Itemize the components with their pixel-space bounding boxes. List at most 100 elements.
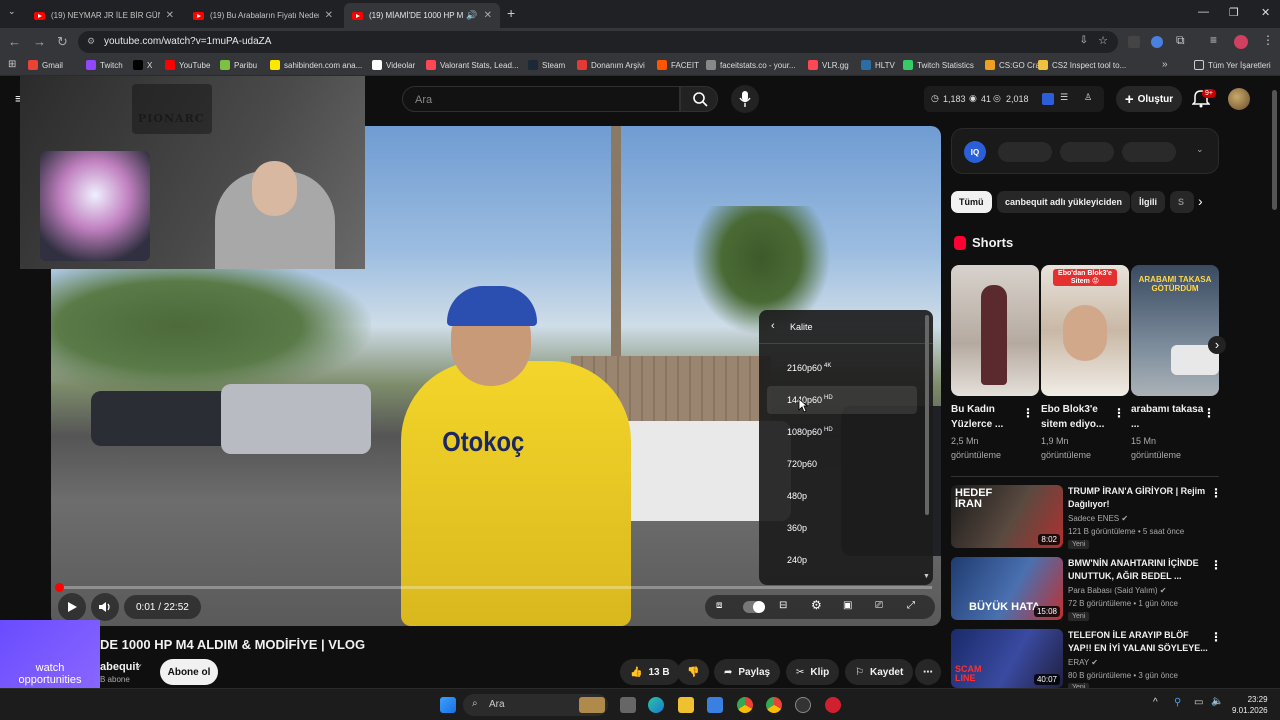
task-view-icon[interactable]	[620, 697, 636, 713]
create-button[interactable]: + Oluştur	[1116, 86, 1182, 112]
like-button[interactable]: 👍 13 B	[620, 659, 680, 685]
bookmark-item[interactable]: HLTV	[861, 60, 895, 70]
speaker-icon[interactable]: 🔈	[1211, 696, 1223, 707]
close-icon[interactable]: ✕	[325, 10, 333, 21]
clip-button[interactable]: ✂ Klip	[786, 659, 840, 685]
bookmark-item[interactable]: Steam	[528, 60, 565, 70]
list-icon[interactable]: ☰	[1060, 92, 1068, 103]
extension-icon-1[interactable]	[1128, 36, 1140, 48]
audio-icon[interactable]: 🔊	[466, 10, 477, 21]
iq-player-icon[interactable]: ⧈	[716, 600, 722, 611]
short-thumb-2[interactable]: Ebo'dan Blok3'e Sitem 😡	[1041, 265, 1129, 396]
new-tab-icon[interactable]: +	[507, 5, 515, 21]
tab-2[interactable]: (19) Bu Arabaların Fiyatı Neden ✕	[185, 3, 341, 28]
profile-icon[interactable]	[1234, 35, 1248, 49]
dislike-button[interactable]: 👎	[677, 659, 709, 685]
chrome-icon[interactable]	[737, 697, 753, 713]
scroll-down-icon[interactable]: ▼	[923, 573, 930, 580]
store-icon[interactable]	[707, 697, 723, 713]
subtitles-icon[interactable]: ⊟	[779, 600, 787, 611]
voice-search-button[interactable]	[731, 85, 759, 113]
quality-option[interactable]: 240p	[787, 555, 807, 565]
tab-3-active[interactable]: (19) MİAMİ'DE 1000 HP M4 🔊 ✕	[344, 3, 500, 28]
video-channel-3[interactable]: ERAY ✔	[1068, 658, 1098, 667]
short-menu-icon-3[interactable]: ⋮	[1203, 406, 1215, 420]
reload-icon[interactable]: ↻	[57, 34, 68, 50]
browser-menu-icon[interactable]: ⋮	[1262, 33, 1274, 47]
tray-app-icon[interactable]: ⚲	[1174, 697, 1181, 708]
short-thumb-3[interactable]: ARABAMI TAKASA GÖTÜRDÜM	[1131, 265, 1219, 396]
bookmark-item[interactable]: VLR.gg	[808, 60, 849, 70]
bookmark-item[interactable]: Twitch	[86, 60, 123, 70]
settings-gear-icon[interactable]: ⚙	[811, 598, 822, 612]
omnibox[interactable]: ⚙ youtube.com/watch?v=1muPA-udaZA ⇩ ☆	[78, 31, 1118, 53]
iq-ext-icon[interactable]	[1042, 93, 1054, 105]
bookmark-item[interactable]: Valorant Stats, Lead...	[426, 60, 519, 70]
window-close-icon[interactable]: ✕	[1261, 6, 1270, 19]
subscribe-button[interactable]: Abone ol	[160, 659, 218, 685]
short-title-2[interactable]: Ebo Blok3'e sitem ediyo...	[1041, 402, 1117, 432]
tab-1[interactable]: (19) NEYMAR JR İLE BİR GÜN G ✕	[26, 3, 182, 28]
url-text[interactable]: youtube.com/watch?v=1muPA-udaZA	[104, 36, 271, 47]
video-channel-2[interactable]: Para Babası (Said Yalım) ✔	[1068, 586, 1166, 595]
all-bookmarks[interactable]: Tüm Yer İşaretleri	[1194, 60, 1271, 70]
system-clock[interactable]: 23:29 9.01.2026	[1232, 694, 1268, 716]
bookmark-item[interactable]: YouTube	[165, 60, 210, 70]
bookmark-item[interactable]: Gmail	[28, 60, 63, 70]
bookmark-star-icon[interactable]: ☆	[1098, 34, 1108, 47]
edge-icon[interactable]	[648, 697, 664, 713]
short-thumb-1[interactable]	[951, 265, 1039, 396]
back-chevron-icon[interactable]: ‹	[771, 320, 775, 332]
channel-name[interactable]: abequit	[100, 661, 139, 673]
bookmark-item[interactable]: CS2 Inspect tool to...	[1038, 60, 1126, 70]
tracker-icon[interactable]: ♙	[1084, 92, 1092, 103]
extension-icon-2[interactable]	[1151, 36, 1163, 48]
cast-icon[interactable]: ⎚	[875, 600, 883, 611]
quality-option[interactable]: 2160p60 4K	[787, 363, 831, 373]
apps-grid-icon[interactable]: ⊞	[8, 59, 16, 70]
scrubber-handle[interactable]	[55, 583, 64, 592]
app-icon-red[interactable]	[825, 697, 841, 713]
bookmark-item[interactable]: faceitstats.co - your...	[706, 60, 796, 70]
chevron-down-icon[interactable]: ⌄	[1196, 144, 1204, 155]
quality-option[interactable]: 360p	[787, 523, 807, 533]
quality-option[interactable]: 720p60	[787, 459, 817, 469]
tray-chevron-icon[interactable]: ^	[1153, 697, 1158, 708]
video-menu-icon-2[interactable]: ⋮	[1210, 558, 1222, 572]
page-scrollbar[interactable]	[1272, 90, 1277, 210]
video-thumb-3[interactable]: SCAM LINE 40:07	[951, 629, 1063, 688]
shorts-next-icon[interactable]: ›	[1208, 336, 1226, 354]
iq-pill-1[interactable]	[998, 142, 1052, 162]
bookmark-item[interactable]: FACEIT	[657, 60, 699, 70]
bookmark-item[interactable]: X	[133, 60, 152, 70]
play-button[interactable]	[58, 593, 86, 621]
bookmark-item[interactable]: Donanım Arşivi	[577, 60, 645, 70]
search-input[interactable]: Ara	[402, 86, 680, 112]
progress-bar[interactable]	[59, 586, 932, 589]
minimize-icon[interactable]: —	[1198, 6, 1209, 18]
share-button[interactable]: ➦ Paylaş	[714, 659, 781, 685]
iq-pill-3[interactable]	[1122, 142, 1176, 162]
miniplayer-icon[interactable]: ▣	[843, 600, 852, 611]
extensions-puzzle-icon[interactable]: ⧉	[1176, 33, 1185, 48]
tab-list-icon[interactable]: ⌄	[8, 6, 16, 17]
video-menu-icon-3[interactable]: ⋮	[1210, 630, 1222, 644]
file-explorer-icon[interactable]	[678, 697, 694, 713]
more-bookmarks-icon[interactable]: »	[1162, 59, 1168, 70]
steam-icon[interactable]	[795, 697, 811, 713]
bookmark-item[interactable]: CS:GO Craft	[985, 60, 1044, 70]
bookmark-item[interactable]: Paribu	[220, 60, 257, 70]
short-title-1[interactable]: Bu Kadın Yüzlerce ...	[951, 402, 1027, 432]
menu-scrollbar[interactable]	[925, 315, 929, 515]
taskbar-search[interactable]: ⌕ Ara	[463, 694, 608, 716]
quality-option[interactable]: 1440p60 HD	[787, 395, 833, 405]
quality-option[interactable]: 1080p60 HD	[787, 427, 833, 437]
chip-all[interactable]: Tümü	[951, 191, 992, 213]
back-icon[interactable]: ←	[8, 34, 21, 49]
windows-start-icon[interactable]	[440, 697, 456, 713]
restore-icon[interactable]: ❐	[1229, 6, 1239, 19]
iq-pill-2[interactable]	[1060, 142, 1114, 162]
quality-option[interactable]: 480p	[787, 491, 807, 501]
chip-related[interactable]: İlgili	[1131, 191, 1165, 213]
close-icon[interactable]: ✕	[484, 10, 492, 21]
